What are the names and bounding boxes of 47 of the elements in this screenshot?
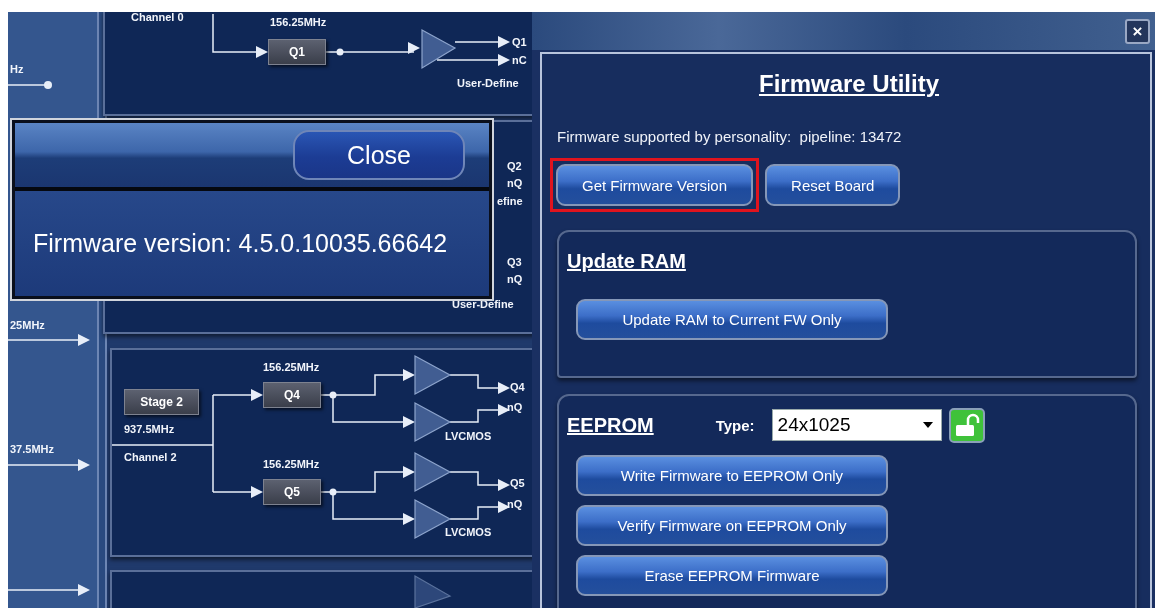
utility-title: Firmware Utility [758,70,939,98]
schematic-label: Q5 [510,477,525,490]
schematic-label: Channel 2 [124,451,177,464]
schematic-label: 156.25MHz [263,458,320,471]
type-dropdown[interactable]: 24x1025 [771,409,942,441]
schematic-label: nQ [507,498,523,511]
schematic-label: Q2 [507,160,522,173]
open-padlock-icon [953,413,980,437]
eeprom-action-button[interactable]: Erase EEPROM Firmware [576,555,888,596]
schematic-label: Q4 [510,381,525,394]
schematic-label: 156.25MHz [263,361,320,374]
close-button[interactable]: × [1125,19,1150,44]
eeprom-action-button[interactable]: Verify Firmware on EEPROM Only [576,505,888,546]
reset-board-button[interactable]: Reset Board [765,164,901,206]
divider-block[interactable]: Q1 [268,39,326,65]
schematic-label: Hz [10,63,24,76]
divider-block[interactable]: Q4 [263,382,321,408]
schematic-label: nQ [507,177,523,190]
schematic-label: LVCMOS [445,430,492,443]
buffer-triangle [414,574,452,608]
schematic-label: Q1 [512,36,527,49]
section-heading: Update RAM [567,249,686,273]
schematic-label: 937.5MHz [124,423,175,436]
divider-block[interactable]: Stage 2 [124,389,199,415]
schematic-label: LVCMOS [445,526,492,539]
firmware-version-text: Firmware version: 4.5.0.10035.66642 [33,229,448,258]
eeprom-action-button[interactable]: Write Firmware to EEPROM Only [576,455,888,496]
get-version-button[interactable]: Get Firmware Version [556,164,754,206]
schematic-label: Channel 0 [131,12,184,24]
schematic-label: 25MHz [10,319,45,332]
type-label: Type: [715,416,755,434]
close-button[interactable]: Close [293,130,465,180]
schematic-label: Q3 [507,256,522,269]
caret-icon [922,422,933,428]
schematic-label: nQ [507,401,523,414]
firmware-supported-text: Firmware supported by personality: pipeline: 13472 [557,128,903,145]
schematic-label: 37.5MHz [10,443,55,456]
schematic-label: 156.25MHz [270,16,327,29]
divider-block[interactable]: Q5 [263,479,321,505]
schematic-label: User-Define [452,298,514,311]
section-heading: EEPROM [567,413,654,437]
update-ram-button[interactable]: Update RAM to Current FW Only [576,299,888,340]
schematic-label: nC [512,54,527,67]
lock-button[interactable] [948,407,985,443]
schematic-label: efine [497,195,523,208]
schematic-label: nQ [507,273,523,286]
schematic-label: User-Define [457,77,519,90]
